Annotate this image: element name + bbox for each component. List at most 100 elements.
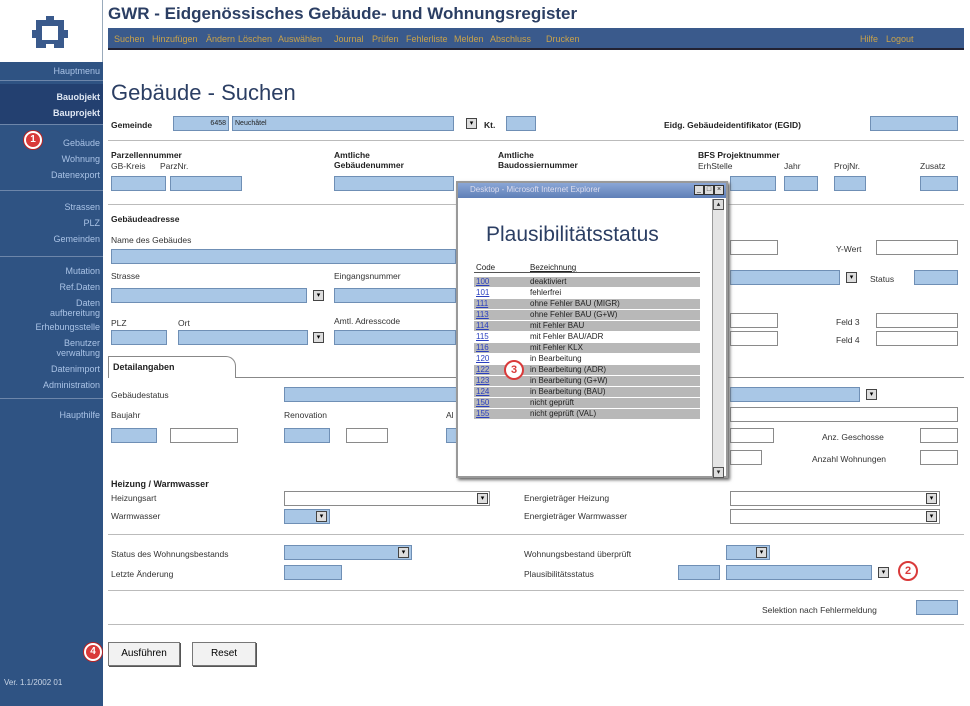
plaus-select[interactable]: [726, 565, 872, 580]
xwert-field[interactable]: [730, 240, 778, 255]
sidebar-item-gemeinden[interactable]: Gemeinden: [53, 234, 100, 244]
feld2-field[interactable]: [730, 331, 778, 346]
name-field[interactable]: [111, 249, 456, 264]
strasse-dropdown-icon[interactable]: ▾: [313, 290, 324, 301]
plaus-dropdown-icon[interactable]: ▾: [878, 567, 889, 578]
feld3-field[interactable]: [876, 313, 958, 328]
popup-row[interactable]: 115 mit Fehler BAU/ADR: [474, 332, 700, 342]
adresscode-field[interactable]: [334, 330, 456, 345]
gebstatus-dropdown-icon[interactable]: ▾: [866, 389, 877, 400]
menu-journal[interactable]: Journal: [334, 34, 364, 44]
wbestand-dropdown-icon[interactable]: ▾: [398, 547, 409, 558]
row-code-link[interactable]: 124: [476, 387, 489, 397]
minimize-icon[interactable]: _: [694, 185, 704, 195]
heizungsart-dropdown-icon[interactable]: ▾: [477, 493, 488, 504]
gemeinde-name-field[interactable]: Neuchâtel: [232, 116, 454, 131]
row-code-link[interactable]: 114: [476, 321, 489, 331]
energie-ww-select[interactable]: [730, 509, 940, 524]
scroll-down-icon[interactable]: ▾: [713, 467, 724, 478]
sidebar-item-gebaeude[interactable]: Gebäude: [63, 138, 100, 148]
wohnungen-field[interactable]: [920, 450, 958, 465]
feld1-field[interactable]: [730, 313, 778, 328]
sidebar-item-mutation[interactable]: Mutation: [65, 266, 100, 276]
popup-row[interactable]: 155 nicht geprüft (VAL): [474, 409, 700, 419]
status-field[interactable]: [914, 270, 958, 285]
menu-drucken[interactable]: Drucken: [546, 34, 580, 44]
strasse-field[interactable]: [111, 288, 307, 303]
row-code-link[interactable]: 150: [476, 398, 489, 408]
row-code-link[interactable]: 111: [476, 299, 488, 309]
sidebar-item-datenexport[interactable]: Datenexport: [51, 170, 100, 180]
sidebar-item-wohnung[interactable]: Wohnung: [62, 154, 100, 164]
ort-dropdown-icon[interactable]: ▾: [313, 332, 324, 343]
scroll-up-icon[interactable]: ▴: [713, 199, 724, 210]
amtl-geb-field[interactable]: [334, 176, 454, 191]
popup-row[interactable]: 116 mit Fehler KLX: [474, 343, 700, 353]
popup-row[interactable]: 113 ohne Fehler BAU (G+W): [474, 310, 700, 320]
sidebar-item-datenimport[interactable]: Datenimport: [51, 364, 100, 374]
ort-field[interactable]: [178, 330, 308, 345]
energie-ww-dropdown-icon[interactable]: ▾: [926, 511, 937, 522]
kt-field[interactable]: [506, 116, 536, 131]
flaeche2-field[interactable]: [730, 450, 762, 465]
projnr-field[interactable]: [834, 176, 866, 191]
ausfuehren-button[interactable]: Ausführen: [108, 642, 180, 666]
feld4-field[interactable]: [876, 331, 958, 346]
sidebar-item-haupthilfe[interactable]: Haupthilfe: [59, 410, 100, 420]
selektion-field[interactable]: [916, 600, 958, 615]
status-select[interactable]: [730, 270, 840, 285]
eingang-field[interactable]: [334, 288, 456, 303]
sidebar-item-plz[interactable]: PLZ: [83, 218, 100, 228]
parznr-field[interactable]: [170, 176, 242, 191]
gebstatus-select[interactable]: [730, 387, 860, 402]
sidebar-item-benutzerverwaltung[interactable]: Benutzer verwaltung: [40, 338, 100, 358]
renovation-field[interactable]: [284, 428, 330, 443]
row-code-link[interactable]: 122: [476, 365, 489, 375]
plz-field[interactable]: [111, 330, 167, 345]
gemeinde-dropdown-icon[interactable]: ▾: [466, 118, 477, 129]
status-dropdown-icon[interactable]: ▾: [846, 272, 857, 283]
egid-field[interactable]: [870, 116, 958, 131]
baujahr-bis-field[interactable]: [170, 428, 238, 443]
sidebar-item-hauptmenu[interactable]: Hauptmenu: [53, 66, 100, 76]
jahr-field[interactable]: [784, 176, 818, 191]
sidebar-item-bauprojekt[interactable]: Bauprojekt: [53, 108, 100, 118]
geschosse-field[interactable]: [920, 428, 958, 443]
menu-auswaehlen[interactable]: Auswählen: [278, 34, 322, 44]
popup-scrollbar[interactable]: ▴ ▾: [712, 199, 724, 478]
menu-logout[interactable]: Logout: [886, 34, 914, 44]
baujahr-field[interactable]: [111, 428, 157, 443]
sidebar-item-bauobjekt[interactable]: Bauobjekt: [56, 92, 100, 102]
renovation-bis-field[interactable]: [346, 428, 388, 443]
energie-heizung-select[interactable]: [730, 491, 940, 506]
gbkreis-field[interactable]: [111, 176, 166, 191]
wbestand-ueber-dropdown-icon[interactable]: ▾: [756, 547, 767, 558]
popup-row[interactable]: 111 ohne Fehler BAU (MIGR): [474, 299, 700, 309]
sidebar-item-datenaufbereitung[interactable]: Daten aufbereitung: [30, 298, 100, 318]
sidebar-item-erhebungsstelle[interactable]: Erhebungsstelle: [35, 322, 100, 332]
menu-abschluss[interactable]: Abschluss: [490, 34, 531, 44]
plaus-code-field[interactable]: [678, 565, 720, 580]
menu-fehlerliste[interactable]: Fehlerliste: [406, 34, 448, 44]
warmwasser-dropdown-icon[interactable]: ▾: [316, 511, 327, 522]
heizungsart-select[interactable]: [284, 491, 490, 506]
row-code-link[interactable]: 115: [476, 332, 489, 342]
popup-row[interactable]: 114 mit Fehler BAU: [474, 321, 700, 331]
popup-row[interactable]: 150 nicht geprüft: [474, 398, 700, 408]
wbestand-select[interactable]: [284, 545, 412, 560]
row-code-link[interactable]: 123: [476, 376, 489, 386]
zusatz-field[interactable]: [920, 176, 958, 191]
erhstelle-field[interactable]: [730, 176, 776, 191]
sidebar-item-strassen[interactable]: Strassen: [64, 202, 100, 212]
row-code-link[interactable]: 116: [476, 343, 489, 353]
ywert-field[interactable]: [876, 240, 958, 255]
menu-suchen[interactable]: Suchen: [114, 34, 145, 44]
menu-hilfe[interactable]: Hilfe: [860, 34, 878, 44]
letzte-field[interactable]: [284, 565, 342, 580]
popup-row[interactable]: 100 deaktiviert: [474, 277, 700, 287]
energie-heizung-dropdown-icon[interactable]: ▾: [926, 493, 937, 504]
menu-pruefen[interactable]: Prüfen: [372, 34, 399, 44]
menu-melden[interactable]: Melden: [454, 34, 484, 44]
flaeche-field[interactable]: [730, 428, 774, 443]
row-code-link[interactable]: 100: [476, 277, 489, 287]
